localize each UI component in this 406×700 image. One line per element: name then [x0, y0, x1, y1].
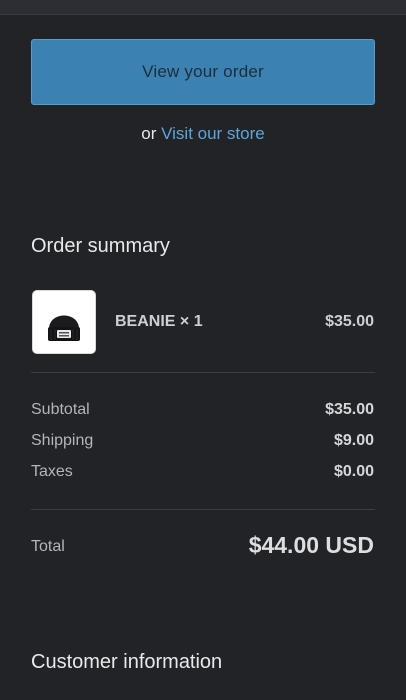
top-bar: [0, 0, 406, 15]
total-value: $44.00 USD: [248, 532, 374, 558]
shipping-value: $9.00: [333, 432, 374, 449]
subtotal-value: $35.00: [325, 401, 374, 418]
shipping-label: Shipping: [31, 432, 94, 449]
store-link-line: or Visit our store: [0, 124, 406, 144]
order-summary-title: Order summary: [31, 235, 170, 257]
item-name: BEANIE × 1: [115, 313, 203, 330]
taxes-label: Taxes: [31, 463, 73, 480]
taxes-value: $0.00: [333, 463, 374, 480]
subtotal-label: Subtotal: [31, 401, 90, 418]
product-thumbnail: [32, 290, 96, 354]
item-price: $35.00: [325, 313, 374, 330]
visit-store-link[interactable]: Visit our store: [161, 124, 265, 143]
beanie-icon: [48, 315, 80, 341]
store-prefix-text: or: [141, 124, 157, 143]
customer-information-title: Customer information: [31, 651, 223, 673]
view-order-button[interactable]: View your order: [31, 39, 375, 105]
total-label: Total: [31, 538, 65, 555]
divider: [31, 372, 375, 373]
divider: [31, 509, 375, 510]
